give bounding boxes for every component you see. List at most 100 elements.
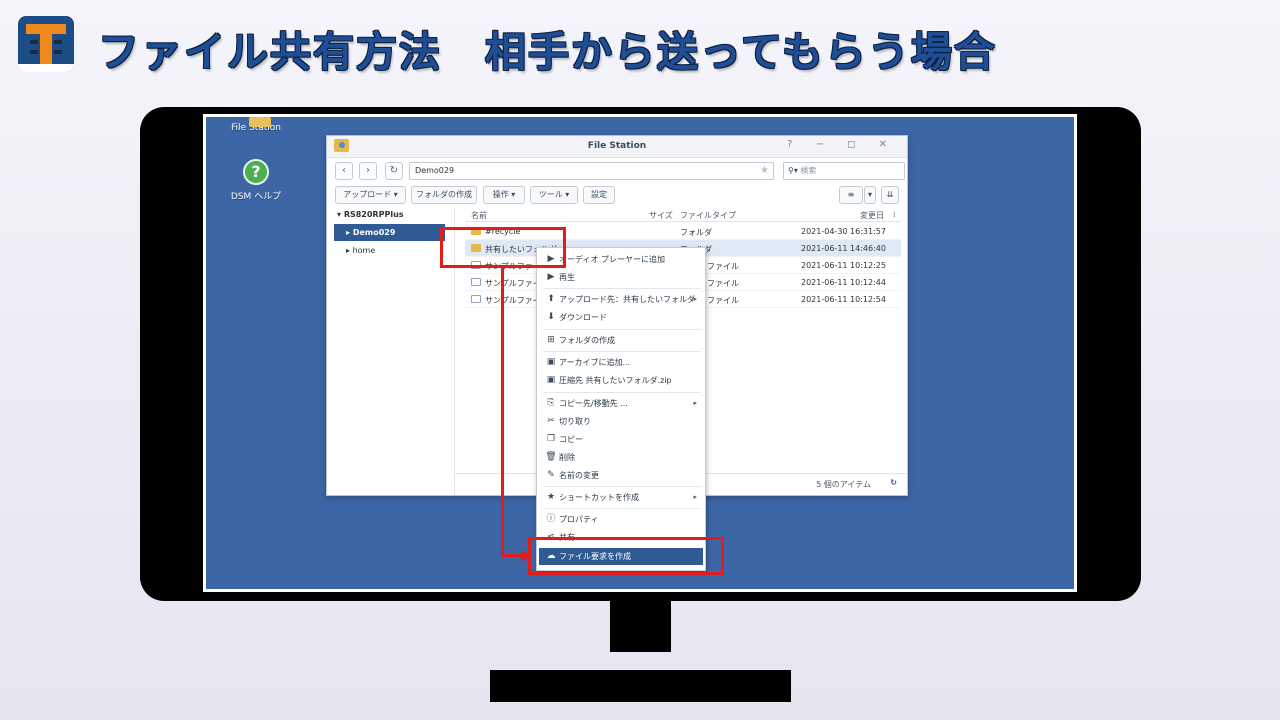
menu-divider xyxy=(543,508,701,509)
desktop-icon-dsm-help[interactable]: ? DSM ヘルプ xyxy=(221,159,291,202)
row-modified: 2021-06-11 10:12:54 xyxy=(801,295,886,304)
refresh-icon[interactable]: ↻ xyxy=(890,478,897,487)
annotation-line-horizontal xyxy=(501,554,523,557)
menu-item-add-to-archive[interactable]: ▣ アーカイブに追加... xyxy=(539,354,703,371)
trash-icon: 🗑 xyxy=(545,452,557,462)
menu-item-rename[interactable]: ✎ 名前の変更 xyxy=(539,467,703,484)
menu-item-download[interactable]: ⬇ ダウンロード xyxy=(539,309,703,326)
menu-item-upload-to[interactable]: ⬆ アップロード先：共有したいフォルダ ▸ xyxy=(539,291,703,308)
upload-icon: ⬆ xyxy=(547,294,555,304)
monitor-stand xyxy=(610,600,671,652)
submenu-arrow-icon: ▸ xyxy=(693,295,697,303)
desktop-icon-file-station[interactable]: File Station xyxy=(221,117,291,133)
action-button[interactable]: 操作 ▾ xyxy=(483,186,525,204)
menu-divider xyxy=(543,329,701,330)
tiger-t-logo-icon xyxy=(18,16,74,72)
play-icon: ▶ xyxy=(547,272,555,282)
info-icon: ⓘ xyxy=(546,514,556,524)
scissors-icon: ✂ xyxy=(547,416,555,426)
menu-item-label: コピー xyxy=(559,435,583,444)
new-folder-icon: ⊞ xyxy=(547,335,555,345)
search-input[interactable]: ⚲▾ 検索 xyxy=(783,162,905,180)
column-menu-icon[interactable]: ⁞ xyxy=(893,210,896,219)
row-type: ファイル xyxy=(707,262,739,271)
row-modified: 2021-04-30 16:31:57 xyxy=(801,227,886,236)
column-type[interactable]: ファイルタイプ xyxy=(680,210,736,221)
row-modified: 2021-06-11 10:12:44 xyxy=(801,278,886,287)
menu-item-label: 再生 xyxy=(559,273,575,282)
menu-item-label: 圧縮先 共有したいフォルダ.zip xyxy=(559,376,672,385)
menu-divider xyxy=(543,351,701,352)
desktop-icon-label: DSM ヘルプ xyxy=(230,192,282,202)
column-modified[interactable]: 変更日 xyxy=(860,210,884,221)
menu-item-copy-move-to[interactable]: ⎘ コピー先/移動先 ... ▸ xyxy=(539,395,703,412)
forward-button[interactable]: › xyxy=(359,162,377,180)
highlight-box-folder xyxy=(440,227,566,268)
menu-item-cut[interactable]: ✂ 切り取り xyxy=(539,413,703,430)
back-button[interactable]: ‹ xyxy=(335,162,353,180)
row-name: サンプルファイ xyxy=(485,296,541,305)
tree-root-label: RS820RPPlus xyxy=(343,210,404,219)
view-dropdown-icon[interactable]: ▾ xyxy=(864,186,876,204)
dsm-desktop: File Station ? DSM ヘルプ File Station ? − … xyxy=(203,114,1077,592)
search-icon: ⚲▾ xyxy=(788,166,798,175)
view-list-icon[interactable]: ≡ xyxy=(839,186,863,204)
file-station-icon xyxy=(249,117,271,127)
menu-divider xyxy=(543,392,701,393)
highlight-box-file-request xyxy=(528,537,724,575)
window-controls[interactable]: ? − ◻ ✕ xyxy=(787,139,897,150)
search-placeholder: 検索 xyxy=(800,166,817,175)
favorite-star-icon[interactable]: ★ xyxy=(760,163,769,179)
tools-button[interactable]: ツール ▾ xyxy=(530,186,578,204)
column-size[interactable]: サイズ xyxy=(649,210,673,221)
menu-item-label: 名前の変更 xyxy=(559,471,599,480)
menu-item-delete[interactable]: 🗑 削除 xyxy=(539,449,703,466)
menu-item-label: プロパティ xyxy=(559,515,599,524)
row-type: ファイル xyxy=(707,296,739,305)
window-titlebar[interactable]: File Station ? − ◻ ✕ xyxy=(327,136,907,158)
item-count: 5 個のアイテム xyxy=(816,480,871,489)
archive-icon: ▣ xyxy=(546,375,556,385)
menu-item-properties[interactable]: ⓘ プロパティ xyxy=(539,511,703,528)
copy-icon: ❐ xyxy=(546,434,556,444)
folder-tree: ▾ RS820RPPlus ▸ Demo029 ▸ home xyxy=(327,208,455,495)
tree-root[interactable]: ▾ RS820RPPlus xyxy=(337,210,404,219)
star-icon: ★ xyxy=(546,492,556,502)
menu-item-compress-to[interactable]: ▣ 圧縮先 共有したいフォルダ.zip xyxy=(539,372,703,389)
menu-item-label: オーディオ プレーヤーに追加 xyxy=(559,255,665,264)
menu-item-label: フォルダの作成 xyxy=(559,336,615,345)
menu-item-create-shortcut[interactable]: ★ ショートカットを作成 ▸ xyxy=(539,489,703,506)
archive-icon: ▣ xyxy=(546,357,556,367)
menu-item-label: アーカイブに追加... xyxy=(559,358,631,367)
help-icon: ? xyxy=(243,159,269,185)
row-type: ファイル xyxy=(707,279,739,288)
menu-item-label: コピー先/移動先 ... xyxy=(559,399,628,408)
menu-item-play[interactable]: ▶ 再生 xyxy=(539,269,703,286)
menu-divider xyxy=(543,486,701,487)
annotation-line-vertical xyxy=(501,268,504,557)
context-menu: ▶ オーディオ プレーヤーに追加 ▶ 再生 ⬆ アップロード先：共有したいフォルダ ▸ … xyxy=(536,247,706,571)
download-icon: ⬇ xyxy=(547,312,555,322)
menu-item-copy[interactable]: ❐ コピー xyxy=(539,431,703,448)
row-name: サンプルファイ xyxy=(485,279,541,288)
monitor-base xyxy=(490,670,791,702)
copy-move-icon: ⎘ xyxy=(547,398,555,408)
tree-item-label: Demo029 xyxy=(352,228,396,237)
refresh-button[interactable]: ↻ xyxy=(385,162,403,180)
create-folder-button[interactable]: フォルダの作成 xyxy=(411,186,477,204)
submenu-arrow-icon: ▸ xyxy=(693,493,697,501)
upload-button[interactable]: アップロード ▾ xyxy=(335,186,406,204)
pencil-icon: ✎ xyxy=(547,470,555,480)
sort-icon[interactable]: ⇊ xyxy=(881,186,899,204)
menu-item-create-folder[interactable]: ⊞ フォルダの作成 xyxy=(539,332,703,349)
submenu-arrow-icon: ▸ xyxy=(693,399,697,407)
path-field[interactable]: Demo029 ★ xyxy=(409,162,774,180)
path-text: Demo029 xyxy=(415,166,455,175)
tree-item-demo029[interactable]: ▸ Demo029 xyxy=(334,224,445,241)
column-name[interactable]: 名前 xyxy=(471,210,487,221)
tree-item-label: home xyxy=(352,246,376,255)
slide-title: ファイル共有方法 相手から送ってもらう場合 xyxy=(98,28,997,76)
navigation-bar: ‹ › ↻ Demo029 ★ ⚲▾ 検索 xyxy=(333,162,905,182)
settings-button[interactable]: 設定 xyxy=(583,186,615,204)
tree-item-home[interactable]: ▸ home xyxy=(334,242,445,259)
